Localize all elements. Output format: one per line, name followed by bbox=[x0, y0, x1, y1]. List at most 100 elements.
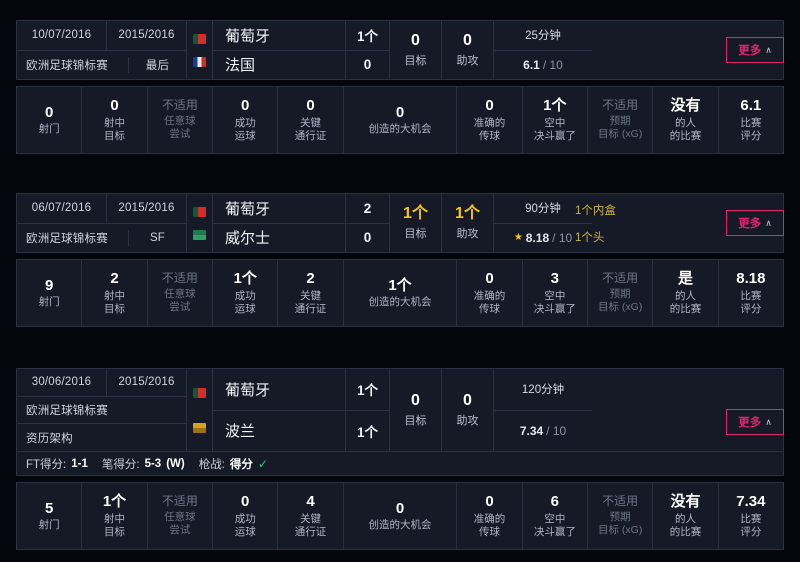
pen-score-value: 5-3 bbox=[144, 457, 162, 470]
stat-value: 3 bbox=[550, 270, 559, 288]
away-team-score: 0 bbox=[345, 50, 389, 79]
stat-cell-man-of-the-match: 没有 的人 的比赛 bbox=[653, 483, 719, 549]
teams-and-score: 葡萄牙 1个法国 0 bbox=[213, 21, 390, 79]
match-stage: 最后 bbox=[145, 59, 170, 72]
stat-value: 2 bbox=[306, 270, 315, 288]
assists-value: 0 bbox=[463, 391, 472, 409]
assists-value: 0 bbox=[463, 31, 472, 49]
minutes-played: 25分钟 bbox=[494, 21, 592, 51]
assists-label: 助攻 bbox=[456, 228, 479, 241]
assists-value: 1个 bbox=[455, 204, 480, 222]
stat-cell-man-of-the-match: 没有 的人 的比赛 bbox=[653, 87, 719, 153]
teams-and-score: 葡萄牙 2 威尔士 0 bbox=[213, 194, 390, 252]
away-team-flag-icon bbox=[193, 229, 206, 240]
stat-value: 不适用 bbox=[602, 493, 639, 508]
more-button[interactable]: 更多 ∧ bbox=[726, 210, 784, 236]
stat-label: 创造的大机会 bbox=[368, 123, 432, 136]
match-rating-value: 7.34 bbox=[519, 423, 544, 438]
more-button[interactable]: 更多 ∧ bbox=[726, 409, 784, 435]
home-team-name: 葡萄牙 bbox=[225, 200, 271, 218]
match-date: 06/07/2016 bbox=[17, 194, 107, 223]
stat-value: 是 bbox=[678, 270, 694, 288]
stat-value: 没有 bbox=[670, 97, 701, 115]
assists-label: 助攻 bbox=[456, 55, 479, 68]
home-team-flag-icon bbox=[193, 206, 206, 217]
stat-label: 射中 目标 bbox=[104, 512, 126, 538]
away-team-flag-icon bbox=[193, 56, 206, 67]
ft-score-label: FT得分: bbox=[26, 458, 67, 471]
stat-label: 关键 通行证 bbox=[294, 512, 327, 538]
stat-label: 的人 的比赛 bbox=[669, 512, 702, 538]
match-date: 30/06/2016 bbox=[17, 369, 107, 396]
stat-cell-free-kick-attempts: 不适用 任意球 尝试 bbox=[148, 483, 214, 549]
match-event: 1个头 bbox=[575, 231, 605, 244]
match-competition[interactable]: 欧洲足球锦标赛 bbox=[17, 56, 129, 73]
stat-label: 预期 目标 (xG) bbox=[598, 287, 643, 313]
away-team-name: 波兰 bbox=[225, 423, 256, 441]
stat-label: 任意球 尝试 bbox=[164, 510, 196, 536]
away-team-row[interactable]: 波兰 1个 bbox=[213, 410, 389, 451]
shootout-label: 枪战: bbox=[198, 458, 225, 471]
stat-label: 任意球 尝试 bbox=[164, 287, 196, 313]
stat-cell-key-passes: 4 关键 通行证 bbox=[278, 483, 344, 549]
match-events: 1个内盒 1个头 bbox=[575, 193, 616, 253]
stat-cell-key-passes: 2 关键 通行证 bbox=[278, 260, 344, 326]
away-team-name: 法国 bbox=[225, 57, 256, 75]
stat-cell-aerial-duels-won: 3 空中 决斗赢了 bbox=[523, 260, 588, 326]
stat-cell-expected-goals: 不适用 预期 目标 (xG) bbox=[588, 87, 654, 153]
stat-label: 任意球 尝试 bbox=[164, 114, 196, 140]
shootout-value: 得分 bbox=[229, 458, 253, 471]
match-rating-box: 7.34/ 10 bbox=[494, 411, 592, 452]
stat-cell-shots: 9 射门 bbox=[17, 260, 83, 326]
match-header: 06/07/2016 2015/2016 欧洲足球锦标赛 SF 葡萄牙 2 威尔士 0 1个 目标… bbox=[16, 193, 784, 253]
stat-cell-man-of-the-match: 是的人 的比赛 bbox=[653, 260, 719, 326]
home-team-row[interactable]: 葡萄牙 2 bbox=[213, 194, 389, 224]
stat-label: 成功 运球 bbox=[234, 289, 256, 315]
match-stats-row: 9 射门 2 射中 目标 不适用 任意球 尝试 1个 成功 运球 2 关键 通行证 1个 创造的大机会… bbox=[16, 259, 784, 327]
chevron-up-icon: ∧ bbox=[765, 44, 772, 55]
stat-cell-match-rating: 7.34 比赛 评分 bbox=[719, 483, 783, 549]
chevron-up-icon: ∧ bbox=[765, 217, 772, 228]
stat-value: 1个 bbox=[543, 97, 567, 115]
assists-box: 1个助攻 bbox=[442, 194, 494, 252]
home-team-name: 葡萄牙 bbox=[225, 381, 271, 399]
match-rating-denominator: / 10 bbox=[552, 230, 573, 245]
stat-label: 射门 bbox=[38, 296, 60, 309]
match-competition[interactable]: 欧洲足球锦标赛 bbox=[17, 229, 129, 246]
match-rating-value: 6.1 bbox=[523, 57, 540, 72]
home-team-flag-icon bbox=[193, 387, 206, 398]
stat-value: 0 bbox=[241, 97, 250, 115]
away-team-flag-icon bbox=[193, 422, 206, 433]
away-team-score: 1个 bbox=[345, 410, 389, 451]
stat-cell-expected-goals: 不适用 预期 目标 (xG) bbox=[588, 483, 654, 549]
stat-value: 4 bbox=[306, 493, 315, 511]
minutes-and-rating: 25分钟 6.1/ 10 bbox=[494, 21, 592, 79]
stat-value: 不适用 bbox=[161, 493, 198, 508]
stat-cell-shots-on-target: 0 射中 目标 bbox=[82, 87, 148, 153]
stat-cell-key-passes: 0 关键 通行证 bbox=[278, 87, 344, 153]
more-button-label: 更多 bbox=[738, 45, 762, 57]
goals-box: 0 目标 bbox=[390, 21, 442, 79]
match-stage: 资历架构 bbox=[26, 432, 73, 445]
match-meta: 30/06/2016 2015/2016 欧洲足球锦标赛 资历架构 bbox=[17, 369, 187, 451]
stat-value: 不适用 bbox=[161, 270, 198, 285]
away-team-row[interactable]: 法国 0 bbox=[213, 50, 389, 79]
stat-value: 6.1 bbox=[740, 97, 762, 115]
match-stats-row: 5 射门 1个 射中 目标 不适用 任意球 尝试 0 成功 运球 4 关键 通行证 0 创造的大机会 0… bbox=[16, 482, 784, 550]
more-button[interactable]: 更多 ∧ bbox=[726, 37, 784, 63]
stat-label: 射门 bbox=[38, 519, 60, 532]
stat-label: 关键 通行证 bbox=[294, 289, 327, 315]
stat-value: 7.34 bbox=[736, 493, 766, 511]
home-team-row[interactable]: 葡萄牙 1个 bbox=[213, 369, 389, 411]
stat-value: 1个 bbox=[233, 270, 257, 288]
stat-label: 成功 运球 bbox=[234, 116, 256, 142]
match-stats-row: 0 射门 0 射中 目标 不适用 任意球 尝试 0 成功 运球 0 关键 通行证 0 创造的大机会 0 准… bbox=[16, 86, 784, 154]
home-team-row[interactable]: 葡萄牙 1个 bbox=[213, 21, 389, 51]
stat-value: 0 bbox=[395, 103, 405, 121]
match-competition[interactable]: 欧洲足球锦标赛 bbox=[17, 397, 186, 424]
more-button-label: 更多 bbox=[738, 218, 762, 230]
away-team-row[interactable]: 威尔士 0 bbox=[213, 223, 389, 252]
stat-cell-big-chances-created: 0 创造的大机会 bbox=[344, 87, 458, 153]
stat-value: 没有 bbox=[670, 493, 701, 511]
stat-value: 9 bbox=[45, 276, 54, 294]
